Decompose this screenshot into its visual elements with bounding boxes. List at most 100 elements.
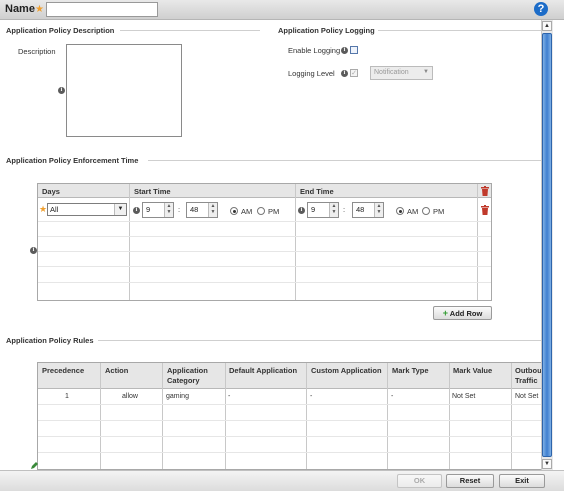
enforcement-section-rule (148, 160, 541, 161)
start-minute-stepper[interactable]: 48 ▲ ▼ (186, 202, 218, 218)
start-time-info-icon[interactable]: i (133, 207, 140, 214)
row-divider (38, 452, 541, 453)
col-application-category: Application Category (167, 366, 208, 385)
cell-precedence: 1 (65, 393, 69, 400)
reset-button[interactable]: Reset (446, 474, 494, 488)
end-am-radio[interactable] (396, 207, 404, 215)
chevron-down-icon: ▼ (423, 69, 429, 75)
col-outbound-traffic: Outbou Traffic (515, 366, 541, 385)
logging-level-checkbox: ✓ (350, 69, 358, 77)
name-label: Name (5, 3, 35, 15)
row-divider (38, 404, 541, 405)
col-divider (387, 363, 388, 469)
description-section-rule (120, 30, 260, 31)
end-minute-value: 48 (356, 205, 365, 214)
plus-icon: + (442, 308, 448, 318)
row-divider (38, 236, 491, 237)
start-minute-value: 48 (190, 205, 199, 214)
enable-logging-label: Enable Logging (288, 46, 341, 55)
scroll-down-arrow-icon[interactable]: ▼ (542, 459, 552, 469)
enforcement-section-title: Application Policy Enforcement Time (6, 156, 139, 165)
row-divider (38, 282, 491, 283)
chevron-down-icon: ▼ (114, 204, 126, 215)
exit-button[interactable]: Exit (499, 474, 545, 488)
start-pm-label: PM (268, 207, 280, 216)
row-divider (38, 251, 491, 252)
logging-level-info-icon[interactable]: i (341, 70, 348, 77)
col-divider (511, 363, 512, 469)
days-select[interactable]: All ▼ (47, 203, 127, 216)
time-colon: : (178, 205, 181, 214)
days-value: All (50, 205, 59, 214)
table-row[interactable]: 1 allow gaming - - - Not Set Not Set (38, 390, 541, 404)
logging-section-title: Application Policy Logging (278, 26, 375, 35)
end-hour-value: 9 (311, 205, 316, 214)
scroll-up-arrow-icon[interactable]: ▲ (542, 21, 552, 31)
start-pm-radio[interactable] (257, 207, 265, 215)
add-row-button[interactable]: + Add Row (433, 306, 492, 320)
col-divider (162, 363, 163, 469)
logging-level-value: Notification (374, 69, 409, 76)
stepper-arrows-icon[interactable]: ▲ ▼ (164, 203, 173, 217)
trash-icon[interactable] (481, 205, 489, 215)
cell-mark-value: Not Set (452, 393, 476, 400)
rules-section-rule (98, 340, 541, 341)
col-start-time: Start Time (134, 187, 171, 196)
end-time-info-icon[interactable]: i (298, 207, 305, 214)
col-default-application: Default Application (229, 366, 298, 375)
ok-button[interactable]: OK (397, 474, 442, 488)
col-days: Days (42, 187, 60, 196)
cell-action: allow (122, 393, 138, 400)
start-hour-stepper[interactable]: 9 ▲ ▼ (142, 202, 174, 218)
end-pm-label: PM (433, 207, 445, 216)
add-row-label: Add Row (449, 309, 483, 318)
help-icon[interactable]: ? (534, 2, 548, 16)
col-custom-application: Custom Application (311, 366, 382, 375)
description-info-icon[interactable]: i (58, 87, 65, 94)
name-input[interactable] (46, 2, 158, 17)
logging-section-rule (378, 30, 541, 31)
cell-mark-type: - (391, 393, 394, 400)
stepper-arrows-icon[interactable]: ▲ ▼ (329, 203, 338, 217)
start-am-label: AM (241, 207, 253, 216)
row-divider (38, 221, 491, 222)
col-divider (449, 363, 450, 469)
enforcement-grid-header (38, 184, 491, 198)
enforcement-grid (37, 183, 492, 301)
col-mark-value: Mark Value (453, 366, 493, 375)
col-divider (225, 363, 226, 469)
start-am-radio[interactable] (230, 207, 238, 215)
end-minute-stepper[interactable]: 48 ▲ ▼ (352, 202, 384, 218)
description-section-title: Application Policy Description (6, 26, 115, 35)
enable-logging-checkbox[interactable] (350, 46, 358, 54)
row-divider (38, 420, 541, 421)
stepper-arrows-icon[interactable]: ▲ ▼ (208, 203, 217, 217)
cell-default-application: - (228, 393, 231, 400)
stepper-arrows-icon[interactable]: ▲ ▼ (374, 203, 383, 217)
end-am-label: AM (407, 207, 419, 216)
logging-level-select: Notification ▼ (370, 66, 433, 80)
col-action: Action (105, 366, 129, 375)
enable-logging-info-icon[interactable]: i (341, 47, 348, 54)
col-mark-type: Mark Type (392, 366, 429, 375)
row-divider (38, 266, 491, 267)
cell-category: gaming (166, 393, 189, 400)
col-divider (100, 363, 101, 469)
edit-pencil-icon (31, 462, 38, 469)
logging-level-label: Logging Level (288, 69, 335, 78)
cell-custom-application: - (310, 393, 313, 400)
cell-outbound-traffic: Not Set (515, 393, 539, 400)
col-end-time: End Time (300, 187, 334, 196)
enforcement-info-icon[interactable]: i (30, 247, 37, 254)
end-hour-stepper[interactable]: 9 ▲ ▼ (307, 202, 339, 218)
required-star-icon: ★ (35, 4, 44, 15)
required-star-icon: ★ (39, 204, 48, 214)
description-label: Description (18, 47, 56, 56)
trash-icon[interactable] (481, 186, 489, 196)
description-textarea[interactable] (66, 44, 182, 137)
start-hour-value: 9 (146, 205, 151, 214)
end-pm-radio[interactable] (422, 207, 430, 215)
scrollbar-thumb[interactable] (542, 33, 552, 457)
row-divider (38, 436, 541, 437)
col-divider (306, 363, 307, 469)
